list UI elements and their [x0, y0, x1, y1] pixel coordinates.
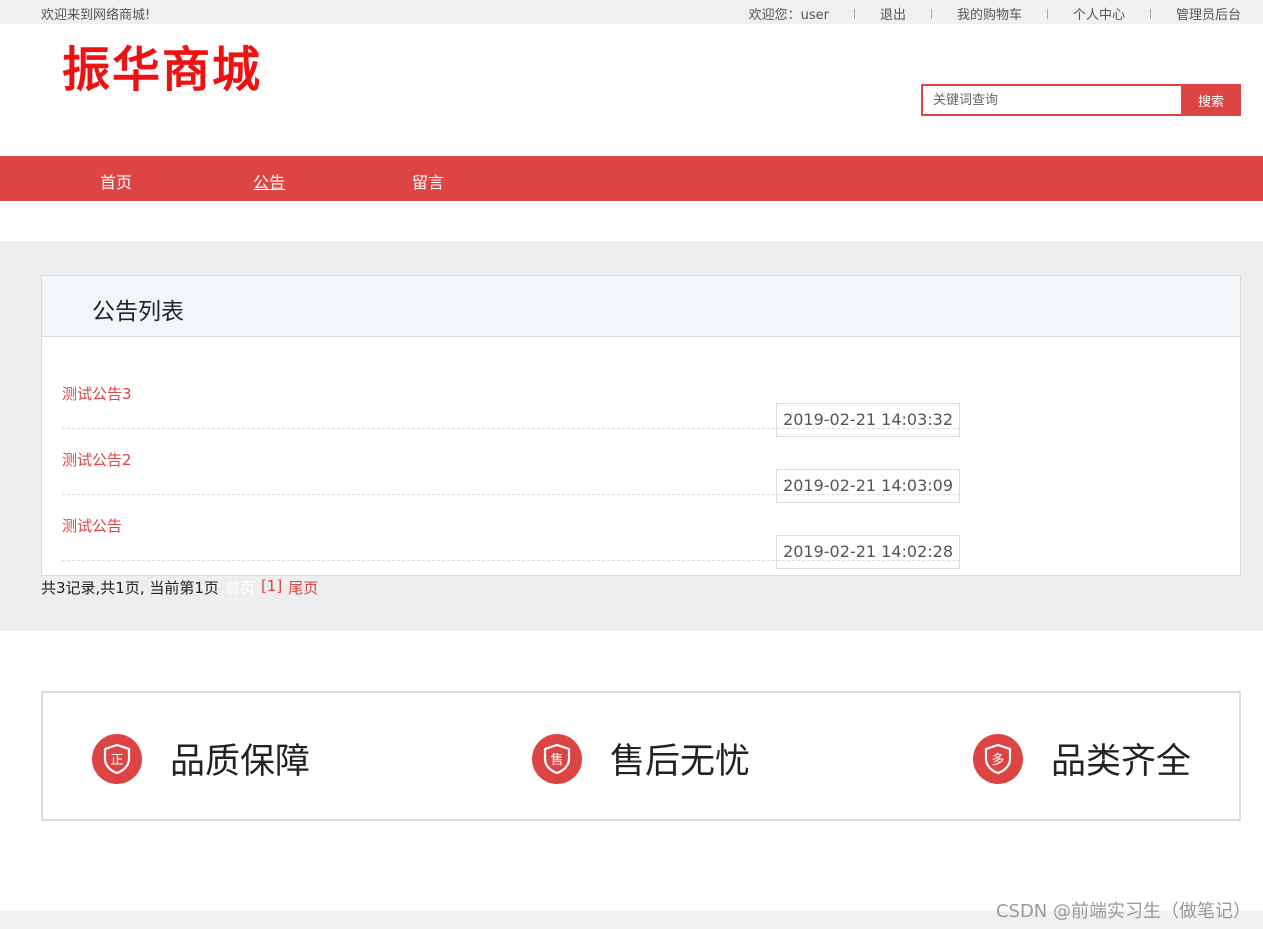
notice-row: 测试公告 2019-02-21 14:02:28 [62, 495, 960, 569]
admin-link[interactable]: 管理员后台 [1176, 4, 1241, 23]
notice-row: 测试公告2 2019-02-21 14:03:09 [62, 429, 960, 503]
pager-summary: 共3记录,共1页, 当前第1页 [41, 579, 219, 597]
search-bar: 搜索 [921, 84, 1241, 116]
feature-strip: 正 品质保障 售 售后无忧 多 品类齐全 [41, 691, 1241, 821]
notice-row: 测试公告3 2019-02-21 14:03:32 [62, 363, 960, 437]
pager-first-link[interactable]: 首页 [225, 577, 255, 598]
shield-shou-icon: 售 [532, 733, 582, 784]
feature-label: 品类齐全 [1051, 742, 1192, 782]
search-button[interactable]: 搜索 [1181, 84, 1241, 116]
shield-zheng-icon: 正 [92, 733, 142, 784]
user-greeting-link[interactable]: 欢迎您：user [749, 4, 829, 23]
cart-link[interactable]: 我的购物车 [957, 4, 1022, 23]
search-input[interactable] [921, 84, 1181, 116]
main-nav: 首页 公告 留言 [0, 156, 1263, 201]
svg-text:正: 正 [110, 753, 123, 768]
pager-current-page[interactable]: [1] [261, 577, 282, 598]
divider [930, 8, 932, 19]
svg-text:多: 多 [991, 752, 1004, 768]
nav-message[interactable]: 留言 [412, 169, 444, 193]
feature-label: 售后无忧 [610, 742, 751, 782]
divider [1149, 8, 1151, 19]
shield-duo-icon: 多 [973, 733, 1023, 784]
feature-quality: 正 品质保障 [92, 733, 310, 784]
top-links: 欢迎您：user 退出 我的购物车 个人中心 管理员后台 [749, 4, 1241, 23]
logout-link[interactable]: 退出 [880, 4, 906, 23]
pagination: 共3记录,共1页, 当前第1页 首页 [1] 尾页 [41, 577, 318, 598]
nav-home[interactable]: 首页 [100, 169, 132, 193]
top-bar: 欢迎来到网络商城! 欢迎您：user 退出 我的购物车 个人中心 管理员后台 [0, 0, 1263, 24]
feature-categories: 多 品类齐全 [973, 733, 1191, 784]
site-logo[interactable]: 振华商城 [62, 40, 262, 100]
panel-header: 公告列表 [42, 276, 1240, 337]
feature-after-sale: 售 售后无忧 [532, 733, 750, 784]
divider [853, 8, 855, 19]
notice-panel: 公告列表 测试公告3 2019-02-21 14:03:32 测试公告2 201… [41, 275, 1241, 576]
welcome-text: 欢迎来到网络商城! [41, 8, 151, 23]
pager-last-link[interactable]: 尾页 [288, 577, 318, 598]
notice-title-link[interactable]: 测试公告 [62, 515, 122, 536]
notice-date: 2019-02-21 14:02:28 [776, 535, 960, 569]
divider [1046, 8, 1048, 19]
notice-title-link[interactable]: 测试公告3 [62, 383, 132, 404]
feature-label: 品质保障 [170, 742, 311, 782]
svg-text:售: 售 [550, 752, 563, 768]
watermark-text: CSDN @前端实习生（做笔记） [995, 901, 1251, 922]
user-center-link[interactable]: 个人中心 [1073, 4, 1125, 23]
notice-title-link[interactable]: 测试公告2 [62, 449, 132, 470]
nav-notice[interactable]: 公告 [253, 169, 285, 193]
panel-title: 公告列表 [92, 299, 184, 325]
